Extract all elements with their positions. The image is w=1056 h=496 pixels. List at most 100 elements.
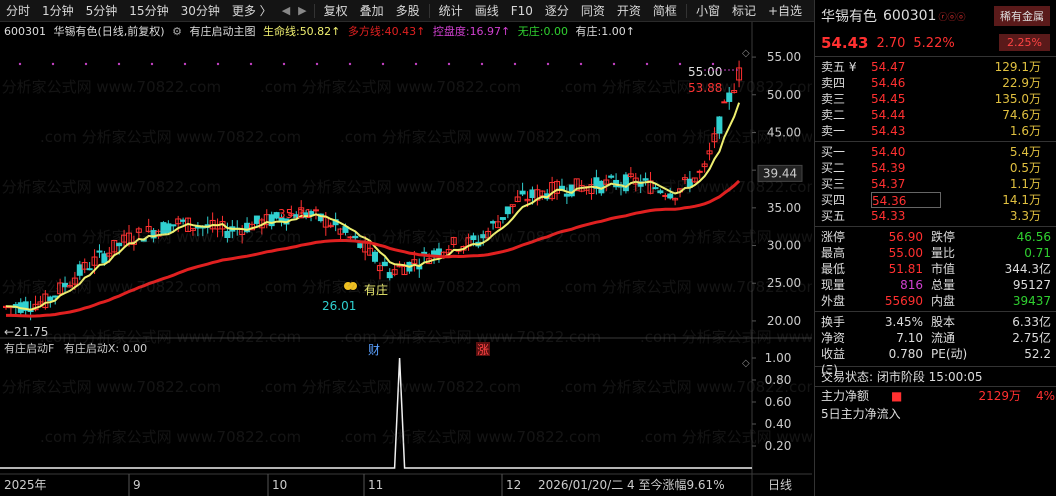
bid-volume: 0.5万	[1009, 161, 1041, 175]
bid-row[interactable]: 买二 54.39 0.5万	[815, 160, 1056, 176]
stat-value: 3.45%	[884, 315, 923, 329]
stat-value: 2.75亿	[1012, 331, 1051, 345]
kongpan-dot	[546, 62, 550, 66]
toolbar-item-9[interactable]: 统计	[433, 0, 469, 22]
prev-arrow-icon[interactable]: ◀	[278, 4, 294, 17]
stat-row: 换手 3.45% 股本 6.33亿	[815, 314, 1056, 330]
toolbar-item-10[interactable]: 画线	[469, 0, 505, 22]
stat-value: 6.33亿	[1012, 315, 1051, 329]
candle-body	[96, 250, 103, 253]
stat-label: 涨停	[821, 230, 846, 244]
bid-row[interactable]: 买四 54.36 14.1万	[815, 192, 1056, 208]
bid-row[interactable]: 买一 54.40 5.4万	[815, 144, 1056, 160]
bid-row[interactable]: 买三 54.37 1.1万	[815, 176, 1056, 192]
ask-price: 54.44	[871, 108, 906, 122]
duofang-label: 多方线:	[347, 25, 385, 38]
ask-label: 卖三	[821, 92, 846, 106]
kongpan-dot	[18, 62, 22, 66]
main-flow-row[interactable]: 主力净额 ■ 2129万 4%	[815, 387, 1056, 405]
ask-row[interactable]: 卖四 54.46 22.9万	[815, 75, 1056, 91]
stat-label: 流通	[931, 331, 956, 345]
ask-volume: 74.6万	[1002, 108, 1041, 122]
stat-label: 跌停	[931, 230, 956, 244]
kongpan-label: 控盘度:	[432, 25, 470, 38]
toolbar-item-15[interactable]: 简框	[647, 0, 683, 22]
indicator-name[interactable]: 有庄启动主图	[189, 25, 255, 38]
toolbar-item-11[interactable]: F10	[505, 0, 539, 22]
ask-price: 54.43	[871, 124, 906, 138]
stat-value: 0.780	[888, 347, 923, 361]
toolbar-item-14[interactable]: 开资	[611, 0, 647, 22]
toolbar-item-5[interactable]: 更多 〉	[226, 0, 278, 22]
sub-settings-icon: ◇	[742, 358, 750, 369]
toolbar-item-2[interactable]: 5分钟	[80, 0, 124, 22]
toolbar-item-12[interactable]: 逐分	[539, 0, 575, 22]
stock-tag: ⓡⓞⓞ	[938, 12, 966, 23]
stat-row: 现量 816 总量 95127	[815, 277, 1056, 293]
kongpan-dot	[348, 62, 352, 66]
watermark: .com 分析家公式网 www.70822.com	[260, 178, 521, 196]
high-label: 55.00	[688, 65, 722, 79]
stat-label: 量比	[931, 246, 956, 260]
watermark: .com 分析家公式网 www.70822.com	[40, 128, 301, 146]
next-arrow-icon[interactable]: ▶	[294, 4, 310, 17]
stat-label: 换手	[821, 315, 846, 329]
sub-indicator-name[interactable]: 有庄启动F	[4, 342, 54, 355]
candle-body	[76, 264, 83, 276]
bid-row[interactable]: 买五 54.33 3.3万	[815, 208, 1056, 224]
ask-row[interactable]: 卖二 54.44 74.6万	[815, 107, 1056, 123]
toolbar-item-3[interactable]: 15分钟	[123, 0, 174, 22]
sub-indicator-header: 有庄启动F 有庄启动X: 0.00	[4, 340, 147, 356]
chart-area[interactable]: 55.0050.0045.0040.0035.0030.0025.0020.00…	[0, 22, 812, 496]
date-label: 9	[133, 478, 141, 492]
watermark: .com 分析家公式网 www.70822.com	[560, 378, 812, 396]
sub-indicator-line	[0, 357, 752, 469]
toolbar-item-16[interactable]: 小窗	[690, 0, 726, 22]
trade-status: 交易状态: 闭市阶段 15:00:05	[815, 366, 1056, 386]
toolbar-item-17[interactable]: 标记	[726, 0, 762, 22]
watermark: .com 分析家公式网 www.70822.com	[560, 78, 812, 96]
ask-row[interactable]: 卖三 54.45 135.0万	[815, 91, 1056, 107]
sector-badge[interactable]: 稀有金属	[994, 6, 1050, 26]
youzhuang-label: 有庄:	[575, 25, 602, 38]
five-day-flow[interactable]: 5日主力净流入	[815, 405, 1056, 423]
ask-price: 54.47	[871, 60, 906, 74]
watermark: .com 分析家公式网 www.70822.com	[260, 378, 521, 396]
kline-chart[interactable]: 55.0050.0045.0040.0035.0030.0025.0020.00…	[0, 22, 812, 496]
watermark: .com 分析家公式网 www.70822.com	[40, 228, 301, 246]
toolbar-item-0[interactable]: 分时	[0, 0, 36, 22]
toolbar-item-6[interactable]: 复权	[318, 0, 354, 22]
candle-body	[490, 221, 497, 224]
date-label: 日线	[768, 478, 792, 492]
toolbar-item-1[interactable]: 1分钟	[36, 0, 80, 22]
sector-change-badge[interactable]: 2.25%	[999, 34, 1050, 51]
price-tick-label: 20.00	[767, 314, 801, 328]
watermark: .com 分析家公式网 www.70822.com	[640, 428, 812, 446]
quote-title: 华锡有色 600301 ⓡⓞⓞ 稀有金属	[815, 0, 1056, 32]
stat-value: 95127	[1012, 278, 1051, 292]
settings-icon[interactable]: ⚙	[172, 25, 182, 38]
stat-label: 市值	[931, 262, 956, 276]
kongpan-dot	[381, 62, 385, 66]
stat-value: 816	[900, 278, 923, 292]
stat-label: 现量	[821, 278, 846, 292]
toolbar-item-7[interactable]: 叠加	[354, 0, 390, 22]
watermark: .com 分析家公式网 www.70822.com	[260, 278, 521, 296]
toolbar-item-4[interactable]: 30分钟	[175, 0, 226, 22]
watermark: .com 分析家公式网 www.70822.com	[40, 428, 301, 446]
stat-row: 净资 7.10 流通 2.75亿	[815, 330, 1056, 346]
ask-row[interactable]: 卖一 54.43 1.6万	[815, 123, 1056, 139]
toolbar-item-18[interactable]: +自选	[762, 0, 808, 22]
toolbar-separator	[313, 3, 315, 18]
kongpan-dot	[513, 62, 517, 66]
watermark: .com 分析家公式网 www.70822.com	[560, 278, 812, 296]
toolbar-item-13[interactable]: 同资	[575, 0, 611, 22]
stat-value: 56.90	[888, 230, 923, 244]
candle-body	[499, 217, 506, 220]
bid-price: 54.37	[871, 177, 906, 191]
watermark: .com 分析家公式网 www.70822.com	[340, 428, 601, 446]
watermark: .com 分析家公式网 www.70822.com	[0, 78, 221, 96]
wuzhuang-value: 0.00	[543, 25, 569, 38]
toolbar-item-8[interactable]: 多股	[390, 0, 426, 22]
ask-row[interactable]: 卖五 ¥ 54.47 129.1万	[815, 59, 1056, 75]
